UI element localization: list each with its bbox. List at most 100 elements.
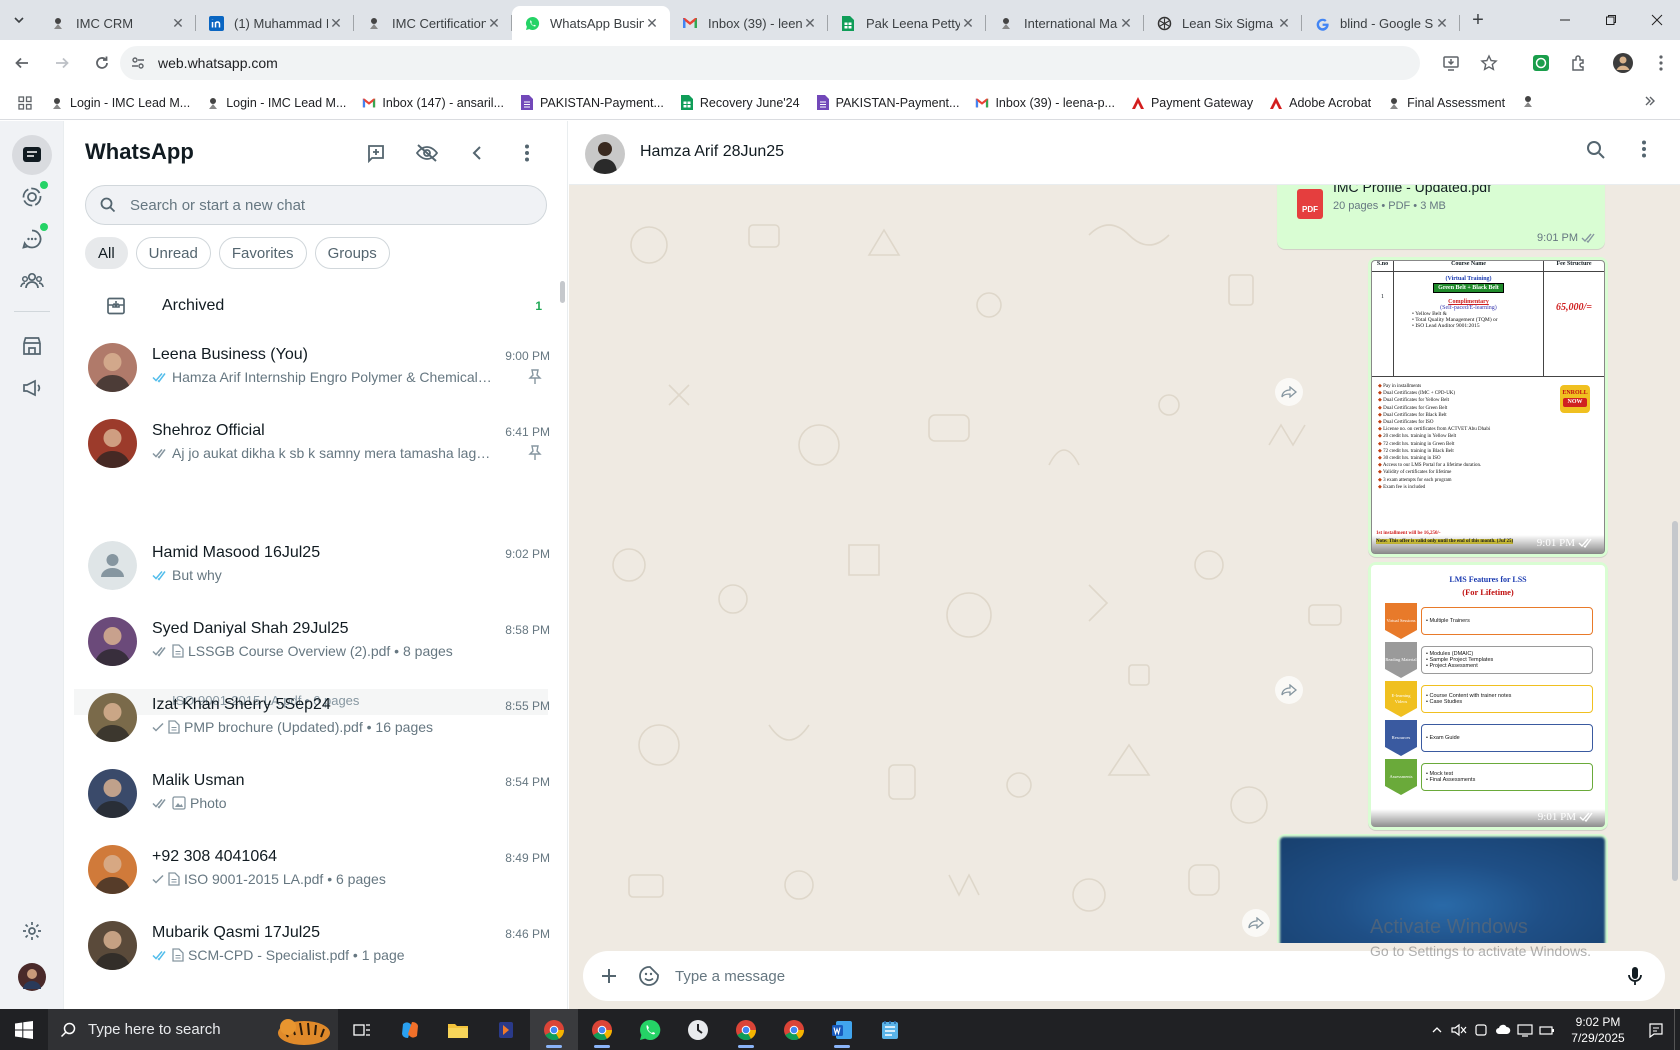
browser-tab[interactable]: IMC Certification ✕ xyxy=(354,6,512,40)
network-icon[interactable] xyxy=(1514,1023,1536,1037)
chat-row[interactable]: +92 308 4041064 8:49 PM ISO 9001-2015 LA… xyxy=(64,831,564,907)
address-bar[interactable]: web.whatsapp.com xyxy=(120,46,1420,80)
filter-chip-groups[interactable]: Groups xyxy=(314,237,390,269)
archived-row[interactable]: Archived 1 xyxy=(64,283,567,329)
whatsapp-taskbar-button[interactable] xyxy=(626,1009,674,1050)
bookmarks-overflow-chevron-icon[interactable] xyxy=(1644,95,1656,110)
bookmark-item[interactable]: Inbox (147) - ansaril... xyxy=(362,96,504,110)
close-tab-icon[interactable]: ✕ xyxy=(802,15,818,31)
close-tab-icon[interactable]: ✕ xyxy=(1276,15,1292,31)
close-tab-icon[interactable]: ✕ xyxy=(1434,15,1450,31)
chat-row[interactable]: Izat Khan Sherry 5Sep24 8:55 PM PMP broc… xyxy=(64,679,564,755)
profile-nav-button[interactable] xyxy=(12,957,52,997)
chat-list-scrollbar[interactable] xyxy=(560,281,565,303)
browser-tab[interactable]: blind - Google S ✕ xyxy=(1302,6,1460,40)
bookmark-overflow-imc-icon[interactable] xyxy=(1521,94,1535,111)
new-chat-button[interactable] xyxy=(361,138,391,168)
message-bubble-image-lms[interactable]: LMS Features for LSS (For Lifetime) Virt… xyxy=(1368,562,1608,830)
forward-button[interactable] xyxy=(44,45,80,81)
search-messages-button[interactable] xyxy=(1586,140,1606,160)
close-window-button[interactable] xyxy=(1634,0,1680,40)
privacy-toggle-button[interactable] xyxy=(412,138,442,168)
chrome-taskbar-button-1[interactable] xyxy=(530,1009,578,1050)
word-taskbar-button[interactable] xyxy=(818,1009,866,1050)
filter-chip-unread[interactable]: Unread xyxy=(135,237,211,269)
chat-row[interactable]: Syed Daniyal Shah 29Jul25 8:58 PM LSSGB … xyxy=(64,603,564,679)
extensions-puzzle-icon[interactable] xyxy=(1560,54,1598,72)
forward-button[interactable] xyxy=(1275,378,1303,406)
conversation-menu-button[interactable] xyxy=(1642,140,1646,158)
bookmark-item[interactable]: Recovery June'24 xyxy=(680,95,800,110)
filter-chip-favorites[interactable]: Favorites xyxy=(218,237,307,269)
volume-muted-icon[interactable] xyxy=(1448,1023,1470,1037)
chat-row[interactable]: Mubarik Qasmi 17Jul25 8:46 PM SCM-CPD - … xyxy=(64,907,564,983)
message-bubble-image-blurred[interactable] xyxy=(1277,834,1608,943)
browser-menu-icon[interactable] xyxy=(1642,55,1680,71)
sidebar-menu-button[interactable] xyxy=(512,138,542,168)
bookmark-item[interactable]: Payment Gateway xyxy=(1131,96,1253,110)
close-tab-icon[interactable]: ✕ xyxy=(486,15,502,31)
communities-nav-button[interactable] xyxy=(12,261,52,301)
chat-row[interactable]: Leena Business (You) 9:00 PM Hamza Arif … xyxy=(64,329,564,405)
install-app-icon[interactable] xyxy=(1432,54,1470,72)
back-button[interactable] xyxy=(4,45,40,81)
restore-button[interactable] xyxy=(1588,0,1634,40)
status-nav-button[interactable] xyxy=(12,177,52,217)
extension-whatsapp-icon[interactable] xyxy=(1522,54,1560,72)
profile-avatar-icon[interactable] xyxy=(1604,52,1642,74)
bookmark-item[interactable]: Adobe Acrobat xyxy=(1269,96,1371,110)
message-input[interactable] xyxy=(675,967,1615,985)
collapse-sidebar-button[interactable] xyxy=(462,138,492,168)
forward-button[interactable] xyxy=(1242,909,1270,937)
chrome-taskbar-button-2[interactable] xyxy=(578,1009,626,1050)
bookmark-item[interactable]: Login - IMC Lead M... xyxy=(206,96,346,110)
close-tab-icon[interactable]: ✕ xyxy=(170,15,186,31)
message-area[interactable]: PDF IMC Profile - Updated.pdf 20 pages •… xyxy=(569,185,1680,943)
chat-row[interactable]: Shehroz Official 6:41 PM Aj jo aukat dik… xyxy=(64,405,564,481)
notepad-taskbar-button[interactable] xyxy=(866,1009,914,1050)
close-tab-icon[interactable]: ✕ xyxy=(960,15,976,31)
chat-row[interactable]: Malik Usman 8:54 PM Photo xyxy=(64,755,564,831)
task-view-button[interactable] xyxy=(338,1009,386,1050)
chats-nav-button[interactable] xyxy=(12,135,52,175)
conversation-header[interactable]: Hamza Arif 28Jun25 xyxy=(569,121,1680,185)
bookmark-item[interactable]: Login - IMC Lead M... xyxy=(50,96,190,110)
browser-tab[interactable]: (1) Muhammad I ✕ xyxy=(196,6,354,40)
taskbar-search-box[interactable]: Type here to search xyxy=(48,1009,338,1050)
start-button[interactable] xyxy=(0,1009,48,1050)
tab-search-button[interactable] xyxy=(0,0,38,40)
chrome-taskbar-button-3[interactable] xyxy=(722,1009,770,1050)
message-bubble-document[interactable]: PDF IMC Profile - Updated.pdf 20 pages •… xyxy=(1277,185,1605,249)
settings-nav-button[interactable] xyxy=(12,911,52,951)
browser-tab[interactable]: IMC CRM ✕ xyxy=(38,6,196,40)
apps-grid-icon[interactable] xyxy=(0,95,50,110)
taskbar-clock[interactable]: 9:02 PM 7/29/2025 xyxy=(1558,1014,1638,1046)
bookmark-item[interactable]: PAKISTAN-Payment... xyxy=(816,95,959,110)
file-explorer-taskbar-button[interactable] xyxy=(434,1009,482,1050)
browser-tab[interactable]: WhatsApp Busin ✕ xyxy=(512,6,670,40)
close-tab-icon[interactable]: ✕ xyxy=(644,15,660,31)
site-info-icon[interactable] xyxy=(130,55,146,71)
copilot-taskbar-button[interactable] xyxy=(386,1009,434,1050)
browser-tab[interactable]: Lean Six Sigma C ✕ xyxy=(1144,6,1302,40)
meet-now-icon[interactable] xyxy=(1470,1023,1492,1037)
minimize-button[interactable] xyxy=(1542,0,1588,40)
app-clock-taskbar-button[interactable] xyxy=(674,1009,722,1050)
browser-tab[interactable]: International Ma ✕ xyxy=(986,6,1144,40)
voice-message-button[interactable] xyxy=(1615,966,1655,986)
app-taskbar-button[interactable] xyxy=(482,1009,530,1050)
reload-button[interactable] xyxy=(84,45,120,81)
advertise-nav-button[interactable] xyxy=(12,368,52,408)
tray-overflow-chevron-icon[interactable] xyxy=(1426,1025,1448,1035)
bookmark-star-icon[interactable] xyxy=(1470,54,1508,72)
attach-button[interactable] xyxy=(589,967,629,985)
browser-tab[interactable]: Pak Leena Petty ✕ xyxy=(828,6,986,40)
conversation-scrollbar[interactable] xyxy=(1672,521,1678,881)
sticker-button[interactable] xyxy=(629,965,669,987)
close-tab-icon[interactable]: ✕ xyxy=(328,15,344,31)
chrome-taskbar-button-4[interactable] xyxy=(770,1009,818,1050)
bookmark-item[interactable]: PAKISTAN-Payment... xyxy=(520,95,664,110)
bookmark-item[interactable]: Final Assessment xyxy=(1387,96,1505,110)
contact-avatar[interactable] xyxy=(585,134,625,174)
show-desktop-button[interactable] xyxy=(1674,1009,1680,1050)
